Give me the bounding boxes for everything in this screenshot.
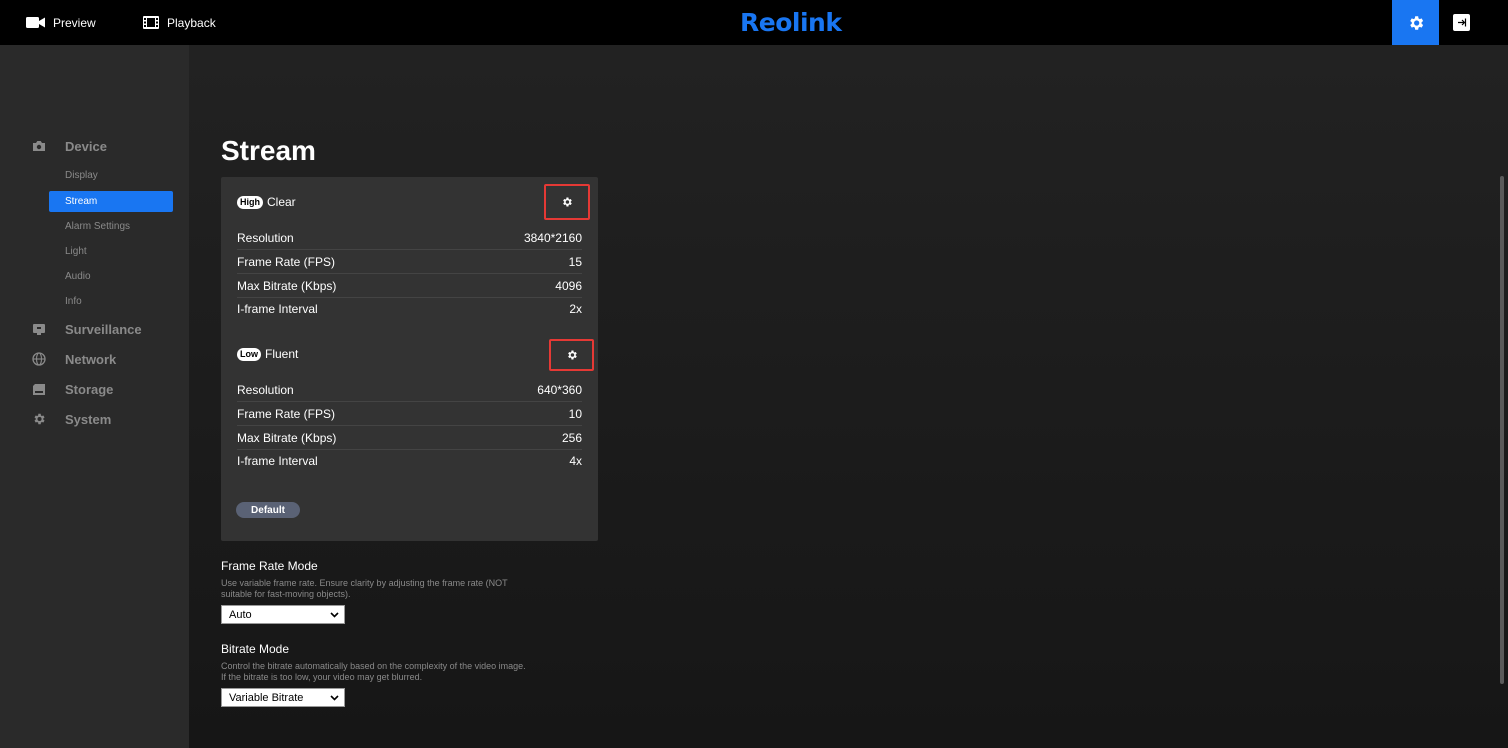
stream-name: Clear: [267, 195, 296, 209]
row-value: 15: [568, 254, 582, 269]
stream-badge: High: [237, 195, 263, 209]
row-value: 4096: [555, 278, 582, 293]
sidebar-item-display[interactable]: Display: [49, 165, 173, 186]
page-title: Stream: [221, 135, 316, 166]
playback-nav[interactable]: Playback: [143, 0, 216, 45]
row-value: 3840*2160: [523, 230, 582, 245]
bitrate-mode-description: Control the bitrate automatically based …: [221, 661, 526, 682]
bitrate-mode-title: Bitrate Mode: [221, 642, 290, 656]
stream-name: Fluent: [265, 347, 299, 361]
select-value: Auto: [229, 608, 252, 621]
sidebar-group-label: Surveillance: [65, 321, 142, 337]
table-row: Resolution 3840*2160: [237, 226, 582, 250]
select-value: Variable Bitrate: [229, 691, 304, 704]
default-button[interactable]: Default: [236, 502, 300, 518]
row-label: Frame Rate (FPS): [237, 406, 336, 421]
bitrate-mode-select[interactable]: Variable Bitrate: [221, 688, 345, 707]
sidebar-item-stream[interactable]: Stream: [49, 191, 173, 212]
chevron-down-icon: [330, 611, 339, 618]
gear-icon: [567, 350, 577, 360]
table-row: Max Bitrate (Kbps) 256: [237, 426, 582, 450]
row-label: I-frame Interval: [237, 454, 318, 468]
row-value: 10: [568, 406, 582, 421]
chevron-down-icon: [330, 694, 339, 701]
table-row: Max Bitrate (Kbps) 4096: [237, 274, 582, 298]
exit-arrow-icon: [1458, 18, 1467, 27]
high-stream-settings-button[interactable]: [544, 184, 590, 220]
sidebar-group-system[interactable]: System: [32, 409, 111, 429]
preview-label: Preview: [53, 15, 96, 30]
frame-rate-mode-select[interactable]: Auto: [221, 605, 345, 624]
sidebar-item-light[interactable]: Light: [49, 241, 173, 262]
settings-button[interactable]: [1392, 0, 1439, 45]
sidebar-group-label: Network: [65, 351, 117, 367]
row-label: Frame Rate (FPS): [237, 254, 336, 269]
frame-rate-mode-description: Use variable frame rate. Ensure clarity …: [221, 578, 508, 599]
gear-icon: [34, 413, 45, 425]
row-label: Resolution: [237, 230, 294, 245]
row-label: Max Bitrate (Kbps): [237, 278, 337, 293]
row-label: I-frame Interval: [237, 302, 318, 316]
stream-header-high: High Clear: [237, 194, 296, 210]
film-icon: [143, 16, 159, 29]
frame-rate-mode-title: Frame Rate Mode: [221, 559, 318, 573]
sidebar-item-audio[interactable]: Audio: [49, 266, 173, 287]
scrollbar[interactable]: [1500, 176, 1504, 684]
globe-icon: [32, 352, 46, 366]
sidebar-group-label: Device: [65, 138, 107, 154]
top-bar: Preview Playback Reolink: [0, 0, 1508, 45]
preview-nav[interactable]: Preview: [26, 0, 96, 45]
monitor-icon: [33, 323, 45, 335]
stream-panel: High Clear Resolution 3840*2160 Frame Ra…: [221, 177, 598, 541]
table-row: I-frame Interval 4x: [237, 449, 582, 473]
playback-label: Playback: [167, 15, 216, 30]
sidebar-group-surveillance[interactable]: Surveillance: [32, 319, 142, 339]
sidebar-group-storage[interactable]: Storage: [32, 379, 113, 399]
sidebar-group-network[interactable]: Network: [32, 349, 116, 369]
logout-button[interactable]: [1453, 14, 1470, 31]
sidebar-group-label: Storage: [65, 381, 114, 397]
row-value: 256: [561, 430, 582, 445]
stream-header-low: Low Fluent: [237, 346, 298, 362]
row-value: 2x: [569, 302, 582, 316]
row-value: 640*360: [537, 382, 582, 397]
table-row: Resolution 640*360: [237, 378, 582, 402]
reolink-logo: Reolink: [740, 8, 842, 37]
sidebar-item-info[interactable]: Info: [49, 291, 173, 312]
storage-icon: [33, 383, 45, 395]
low-stream-settings-button[interactable]: [549, 339, 594, 371]
stream-badge: Low: [237, 347, 261, 361]
table-row: Frame Rate (FPS) 15: [237, 250, 582, 274]
camera-icon: [33, 141, 45, 151]
table-row: Frame Rate (FPS) 10: [237, 402, 582, 426]
sidebar-item-alarm-settings[interactable]: Alarm Settings: [49, 216, 173, 237]
table-row: I-frame Interval 2x: [237, 297, 582, 321]
gear-icon: [563, 197, 572, 207]
gear-icon: [1409, 15, 1423, 30]
row-label: Resolution: [237, 382, 294, 397]
sidebar-group-label: System: [65, 411, 112, 427]
sidebar-group-device[interactable]: Device: [32, 136, 107, 156]
video-camera-icon: [26, 17, 45, 28]
row-label: Max Bitrate (Kbps): [237, 430, 337, 445]
row-value: 4x: [569, 454, 582, 468]
